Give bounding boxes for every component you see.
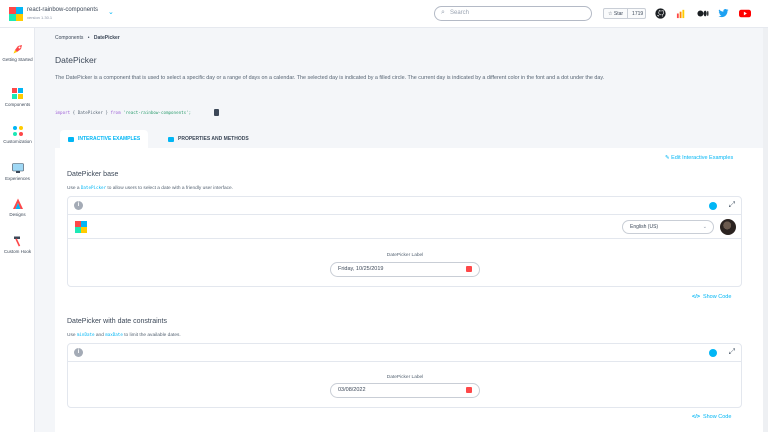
breadcrumb-separator: • bbox=[87, 35, 90, 41]
tab-properties-and-methods[interactable]: PROPERTIES AND METHODS bbox=[160, 130, 257, 148]
hammer-icon bbox=[12, 235, 24, 247]
datepicker-value: Friday, 10/25/2019 bbox=[338, 266, 384, 272]
expand-icon[interactable]: ⤢ bbox=[729, 347, 735, 357]
tab-label: PROPERTIES AND METHODS bbox=[178, 136, 249, 142]
star-count: 1719 bbox=[632, 10, 644, 17]
search-input[interactable]: ⌕ Search bbox=[434, 6, 592, 21]
sidebar-item-label: Designs bbox=[9, 212, 26, 217]
breadcrumb-current: DatePicker bbox=[93, 35, 120, 41]
top-bar: react-rainbow-components version 1.30.1 … bbox=[0, 0, 768, 28]
edit-link-label: Edit Interactive Examples bbox=[671, 155, 734, 161]
medium-icon[interactable] bbox=[697, 8, 709, 19]
pencil-icon: ✎ bbox=[665, 155, 670, 161]
search-placeholder: Search bbox=[450, 10, 470, 16]
sidebar-item-label: Experiences bbox=[5, 176, 30, 181]
info-icon[interactable]: i bbox=[74, 348, 83, 357]
copy-icon[interactable] bbox=[214, 109, 219, 116]
theme-toggle[interactable] bbox=[709, 349, 717, 357]
avatar[interactable] bbox=[720, 219, 736, 235]
sidebar-item-components[interactable]: Components bbox=[0, 88, 35, 108]
experiences-icon bbox=[11, 162, 24, 174]
chevron-down-icon: ⌄ bbox=[702, 224, 707, 230]
tab-interactive-examples[interactable]: INTERACTIVE EXAMPLES bbox=[60, 130, 149, 148]
sidebar-item-label: Components bbox=[4, 102, 31, 107]
rainbow-logo[interactable] bbox=[9, 7, 23, 21]
customization-icon bbox=[12, 125, 24, 137]
star-label: Star bbox=[613, 10, 624, 17]
rocket-icon bbox=[12, 43, 24, 55]
language-select[interactable]: English (US) ⌄ bbox=[622, 220, 714, 234]
example-title: DatePicker with date constraints bbox=[67, 318, 167, 325]
breadcrumb-parent[interactable]: Components bbox=[55, 35, 83, 41]
search-icon: ⌕ bbox=[441, 9, 445, 16]
expand-icon[interactable]: ⤢ bbox=[729, 200, 735, 210]
show-code-button[interactable]: </> Show Code bbox=[692, 414, 731, 420]
datepicker-input[interactable]: 03/08/2022 bbox=[330, 383, 480, 398]
breadcrumb: Components • DatePicker bbox=[55, 35, 120, 41]
twitter-icon[interactable] bbox=[718, 8, 729, 19]
example-subtitle: Use minDate and maxDate to limit the ava… bbox=[67, 332, 181, 338]
sidebar-item-label: Custom Hook bbox=[3, 249, 32, 254]
chat-icon bbox=[68, 136, 74, 142]
datepicker-label: DatePicker Label bbox=[386, 253, 424, 258]
github-icon[interactable] bbox=[655, 8, 666, 19]
storybook-icon[interactable] bbox=[676, 8, 687, 19]
code-icon: </> bbox=[692, 414, 700, 420]
edit-interactive-examples-link[interactable]: ✎ Edit Interactive Examples bbox=[665, 155, 733, 161]
datepicker-value: 03/08/2022 bbox=[338, 387, 366, 393]
page-description: The DatePicker is a component that is us… bbox=[55, 75, 605, 81]
scrollbar[interactable] bbox=[763, 28, 768, 432]
example-toolbar: i ⤢ bbox=[68, 344, 741, 362]
app-version: version 1.30.1 bbox=[27, 15, 53, 20]
calendar-icon bbox=[466, 266, 472, 272]
sidebar-item-label: Getting Started bbox=[2, 57, 33, 62]
example-toolbar: i ⤢ bbox=[68, 197, 741, 215]
sidebar: Getting Started Components Customization… bbox=[0, 28, 35, 432]
example-preview: i ⤢ English (US) ⌄ DatePicker Label Frid… bbox=[67, 196, 742, 287]
sidebar-item-customization[interactable]: Customization bbox=[0, 125, 35, 145]
page-title: DatePicker bbox=[55, 55, 97, 65]
tab-label: INTERACTIVE EXAMPLES bbox=[78, 136, 141, 142]
datepicker-label: DatePicker Label bbox=[386, 375, 424, 380]
example-header-row: English (US) ⌄ bbox=[68, 215, 741, 239]
show-code-label: Show Code bbox=[702, 414, 732, 420]
sidebar-item-custom-hook[interactable]: Custom Hook bbox=[0, 235, 35, 255]
sidebar-item-designs[interactable]: Designs bbox=[0, 198, 35, 218]
info-icon[interactable]: i bbox=[74, 201, 83, 210]
designs-icon bbox=[12, 198, 24, 210]
code-icon: </> bbox=[692, 294, 700, 300]
github-star-button[interactable]: ☆ Star 1719 bbox=[603, 8, 646, 19]
sidebar-item-experiences[interactable]: Experiences bbox=[0, 162, 35, 182]
sidebar-item-label: Customization bbox=[3, 139, 32, 144]
theme-toggle[interactable] bbox=[709, 202, 717, 210]
show-code-label: Show Code bbox=[702, 294, 732, 300]
language-value: English (US) bbox=[630, 224, 659, 230]
example-subtitle: Use a DatePicker to allow users to selec… bbox=[67, 185, 234, 191]
app-name[interactable]: react-rainbow-components bbox=[27, 7, 98, 13]
rainbow-logo bbox=[75, 221, 87, 233]
import-statement: import { DatePicker } from 'react-rainbo… bbox=[55, 110, 192, 115]
star-icon: ☆ bbox=[608, 10, 613, 17]
example-title: DatePicker base bbox=[67, 171, 119, 178]
chevron-down-icon[interactable]: ⌄ bbox=[108, 8, 114, 16]
calendar-icon bbox=[466, 387, 472, 393]
datepicker-input[interactable]: Friday, 10/25/2019 bbox=[330, 262, 480, 277]
sidebar-item-getting-started[interactable]: Getting Started bbox=[0, 43, 35, 63]
list-icon bbox=[168, 136, 174, 142]
show-code-button[interactable]: </> Show Code bbox=[692, 294, 731, 300]
components-icon bbox=[11, 88, 24, 100]
youtube-icon[interactable] bbox=[739, 8, 751, 19]
example-preview: i ⤢ DatePicker Label 03/08/2022 bbox=[67, 343, 742, 408]
